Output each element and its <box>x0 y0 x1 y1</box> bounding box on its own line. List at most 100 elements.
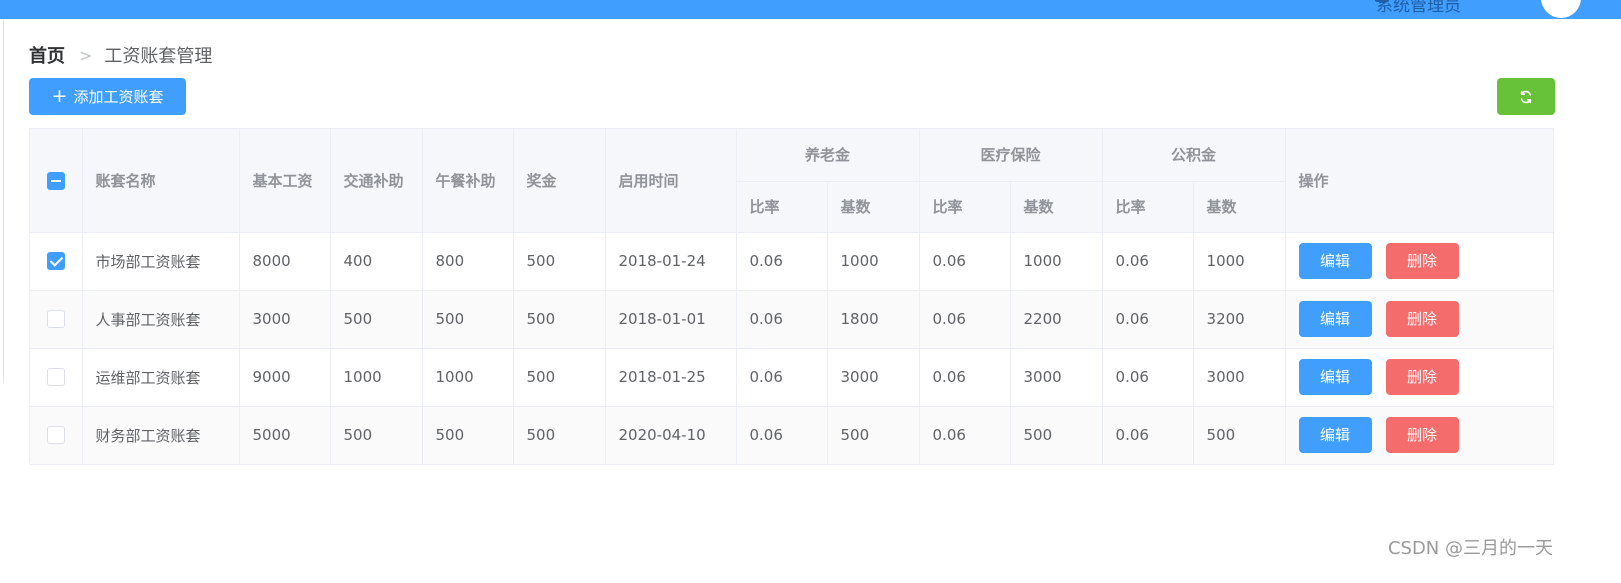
cell-fund-rate: 0.06 <box>1102 290 1194 349</box>
column-group-housing-fund: 公积金 <box>1102 129 1286 182</box>
salary-set-table: 账套名称 基本工资 交通补助 午餐补助 奖金 启用时间 养老金 医疗保险 公积金… <box>29 128 1554 465</box>
cell-start-date: 2018-01-01 <box>605 290 737 349</box>
cell-fund-rate: 0.06 <box>1102 406 1194 465</box>
cell-fund-base: 3200 <box>1193 290 1286 349</box>
delete-button[interactable]: 删除 <box>1385 301 1459 337</box>
cell-medical-base: 3000 <box>1010 348 1103 407</box>
column-header-medical-rate: 比率 <box>919 181 1011 233</box>
row-checkbox[interactable] <box>46 310 65 329</box>
cell-pension-base: 1000 <box>827 232 920 291</box>
cell-medical-base: 2200 <box>1010 290 1103 349</box>
refresh-button[interactable] <box>1497 78 1555 115</box>
table-row[interactable]: 市场部工资账套 8000 400 800 500 2018-01-24 0.06… <box>30 232 1554 291</box>
table-row[interactable]: 财务部工资账套 5000 500 500 500 2020-04-10 0.06… <box>30 406 1554 465</box>
breadcrumb-current: 工资账套管理 <box>104 46 213 67</box>
edit-button[interactable]: 编辑 <box>1298 301 1372 337</box>
cell-bonus: 500 <box>513 290 606 349</box>
table-row[interactable]: 人事部工资账套 3000 500 500 500 2018-01-01 0.06… <box>30 290 1554 349</box>
column-group-medical: 医疗保险 <box>919 129 1103 182</box>
row-checkbox[interactable] <box>46 252 65 271</box>
cell-pension-rate: 0.06 <box>736 348 828 407</box>
cell-traffic: 500 <box>330 290 423 349</box>
cell-fund-rate: 0.06 <box>1102 232 1194 291</box>
cell-name: 运维部工资账套 <box>82 348 240 407</box>
column-group-pension: 养老金 <box>736 129 920 182</box>
current-user-label[interactable]: 系统管理员 <box>1376 0 1461 16</box>
cell-start-date: 2018-01-24 <box>605 232 737 291</box>
cell-traffic: 400 <box>330 232 423 291</box>
row-select-cell <box>30 232 83 291</box>
avatar[interactable] <box>1541 0 1581 18</box>
cell-lunch: 500 <box>422 406 514 465</box>
delete-button[interactable]: 删除 <box>1385 359 1459 395</box>
cell-medical-rate: 0.06 <box>919 406 1011 465</box>
cell-base-salary: 8000 <box>239 232 331 291</box>
column-header-pension-base: 基数 <box>827 181 920 233</box>
top-header-bar: 系统管理员 <box>0 0 1621 19</box>
salary-set-table-grid: 账套名称 基本工资 交通补助 午餐补助 奖金 启用时间 养老金 医疗保险 公积金… <box>30 129 1554 465</box>
row-select-cell <box>30 290 83 349</box>
select-all-cell <box>30 129 83 233</box>
add-salary-set-label: 添加工资账套 <box>73 88 164 106</box>
column-header-name: 账套名称 <box>82 129 240 233</box>
cell-start-date: 2020-04-10 <box>605 406 737 465</box>
cell-lunch: 500 <box>422 290 514 349</box>
cell-medical-base: 500 <box>1010 406 1103 465</box>
breadcrumb: 首页 > 工资账套管理 <box>29 42 213 68</box>
cell-medical-base: 1000 <box>1010 232 1103 291</box>
cell-traffic: 500 <box>330 406 423 465</box>
breadcrumb-home[interactable]: 首页 <box>29 42 65 68</box>
cell-actions: 编辑 删除 <box>1285 232 1554 291</box>
watermark: CSDN @三月的一天 <box>1387 538 1553 559</box>
cell-pension-base: 3000 <box>827 348 920 407</box>
cell-start-date: 2018-01-25 <box>605 348 737 407</box>
column-header-traffic: 交通补助 <box>330 129 423 233</box>
delete-button[interactable]: 删除 <box>1385 417 1459 453</box>
select-all-checkbox[interactable] <box>46 171 65 190</box>
cell-name: 市场部工资账套 <box>82 232 240 291</box>
cell-bonus: 500 <box>513 348 606 407</box>
column-header-lunch: 午餐补助 <box>422 129 514 233</box>
edit-button[interactable]: 编辑 <box>1298 243 1372 279</box>
cell-base-salary: 9000 <box>239 348 331 407</box>
breadcrumb-separator-icon: > <box>79 45 93 65</box>
cell-medical-rate: 0.06 <box>919 290 1011 349</box>
cell-fund-base: 1000 <box>1193 232 1286 291</box>
column-header-pension-rate: 比率 <box>736 181 828 233</box>
cell-medical-rate: 0.06 <box>919 232 1011 291</box>
cell-pension-rate: 0.06 <box>736 232 828 291</box>
cell-fund-rate: 0.06 <box>1102 348 1194 407</box>
cell-traffic: 1000 <box>330 348 423 407</box>
cell-lunch: 1000 <box>422 348 514 407</box>
refresh-icon <box>1520 90 1532 103</box>
edit-button[interactable]: 编辑 <box>1298 417 1372 453</box>
column-header-fund-rate: 比率 <box>1102 181 1194 233</box>
cell-name: 财务部工资账套 <box>82 406 240 465</box>
column-header-base-salary: 基本工资 <box>239 129 331 233</box>
cell-base-salary: 3000 <box>239 290 331 349</box>
add-salary-set-button[interactable]: + 添加工资账套 <box>29 78 186 115</box>
delete-button[interactable]: 删除 <box>1385 243 1459 279</box>
cell-fund-base: 3000 <box>1193 348 1286 407</box>
column-header-bonus: 奖金 <box>513 129 606 233</box>
cell-pension-rate: 0.06 <box>736 290 828 349</box>
cell-lunch: 800 <box>422 232 514 291</box>
column-header-medical-base: 基数 <box>1010 181 1103 233</box>
row-select-cell <box>30 406 83 465</box>
cell-fund-base: 500 <box>1193 406 1286 465</box>
row-checkbox[interactable] <box>46 426 65 445</box>
cell-bonus: 500 <box>513 232 606 291</box>
column-header-start-date: 启用时间 <box>605 129 737 233</box>
cell-actions: 编辑 删除 <box>1285 290 1554 349</box>
column-header-fund-base: 基数 <box>1193 181 1286 233</box>
table-row[interactable]: 运维部工资账套 9000 1000 1000 500 2018-01-25 0.… <box>30 348 1554 407</box>
cell-pension-base: 500 <box>827 406 920 465</box>
cell-pension-rate: 0.06 <box>736 406 828 465</box>
row-checkbox[interactable] <box>46 368 65 387</box>
sidebar-divider <box>3 19 4 383</box>
edit-button[interactable]: 编辑 <box>1298 359 1372 395</box>
cell-actions: 编辑 删除 <box>1285 348 1554 407</box>
cell-pension-base: 1800 <box>827 290 920 349</box>
plus-icon: + <box>51 85 68 107</box>
cell-base-salary: 5000 <box>239 406 331 465</box>
